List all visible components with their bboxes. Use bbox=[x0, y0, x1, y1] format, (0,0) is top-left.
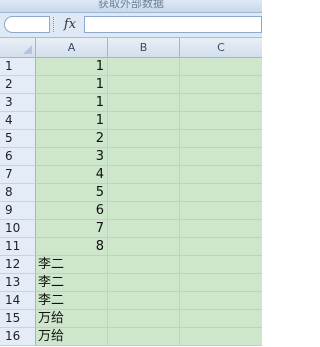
table-row: 10 7 bbox=[0, 220, 262, 238]
cell-c[interactable] bbox=[180, 310, 262, 328]
cell-a[interactable]: 6 bbox=[36, 202, 108, 220]
cell-b[interactable] bbox=[108, 130, 180, 148]
name-box[interactable] bbox=[4, 16, 50, 33]
table-row: 31 bbox=[0, 94, 262, 112]
table-row: 15 万给 bbox=[0, 310, 262, 328]
table-row: 13 李二 bbox=[0, 274, 262, 292]
cell-c[interactable] bbox=[180, 94, 262, 112]
cell-c[interactable] bbox=[180, 148, 262, 166]
cell-a[interactable]: 5 bbox=[36, 184, 108, 202]
cell-c[interactable] bbox=[180, 184, 262, 202]
row-header[interactable]: 8 bbox=[0, 184, 36, 202]
row-header[interactable]: 14 bbox=[0, 292, 36, 310]
cell-a[interactable]: 8 bbox=[36, 238, 108, 256]
cell-b[interactable] bbox=[108, 94, 180, 112]
table-row: 63 bbox=[0, 148, 262, 166]
row-header[interactable]: 16 bbox=[0, 328, 36, 346]
cell-b[interactable] bbox=[108, 148, 180, 166]
cell-c[interactable] bbox=[180, 292, 262, 310]
row-header[interactable]: 3 bbox=[0, 94, 36, 112]
cell-a[interactable]: 1 bbox=[36, 58, 108, 76]
cell-a[interactable]: 1 bbox=[36, 76, 108, 94]
row-header[interactable]: 5 bbox=[0, 130, 36, 148]
cell-c[interactable] bbox=[180, 76, 262, 94]
cell-b[interactable] bbox=[108, 166, 180, 184]
cell-b[interactable] bbox=[108, 238, 180, 256]
cell-b[interactable] bbox=[108, 58, 180, 76]
cell-a[interactable]: 万给 bbox=[36, 328, 108, 346]
cell-a[interactable]: 2 bbox=[36, 130, 108, 148]
row-header[interactable]: 2 bbox=[0, 76, 36, 94]
cell-a[interactable]: 3 bbox=[36, 148, 108, 166]
cell-b[interactable] bbox=[108, 112, 180, 130]
cell-c[interactable] bbox=[180, 166, 262, 184]
cell-b[interactable] bbox=[108, 76, 180, 94]
cell-a[interactable]: 4 bbox=[36, 166, 108, 184]
cell-b[interactable] bbox=[108, 274, 180, 292]
row-header[interactable]: 7 bbox=[0, 166, 36, 184]
cell-b[interactable] bbox=[108, 292, 180, 310]
table-row: 12 李二 bbox=[0, 256, 262, 274]
table-row: 52 bbox=[0, 130, 262, 148]
row-header[interactable]: 9 bbox=[0, 202, 36, 220]
cell-a[interactable]: 李二 bbox=[36, 274, 108, 292]
row-header[interactable]: 4 bbox=[0, 112, 36, 130]
table-row: 11 8 bbox=[0, 238, 262, 256]
name-box-resize-handle[interactable] bbox=[53, 17, 56, 32]
table-row: 11 bbox=[0, 58, 262, 76]
table-row: 21 bbox=[0, 76, 262, 94]
table-row: 14 李二 bbox=[0, 292, 262, 310]
cell-c[interactable] bbox=[180, 238, 262, 256]
row-header[interactable]: 10 bbox=[0, 220, 36, 238]
formula-bar: fx bbox=[0, 13, 262, 38]
row-header[interactable]: 6 bbox=[0, 148, 36, 166]
select-all-triangle-icon bbox=[23, 45, 32, 54]
ribbon-group-strip: 获取外部数据 bbox=[0, 0, 262, 13]
cell-a[interactable]: 7 bbox=[36, 220, 108, 238]
table-row: 96 bbox=[0, 202, 262, 220]
cell-c[interactable] bbox=[180, 202, 262, 220]
cell-c[interactable] bbox=[180, 220, 262, 238]
table-row: 16 万给 bbox=[0, 328, 262, 346]
insert-function-button[interactable]: fx bbox=[60, 16, 80, 33]
cell-a[interactable]: 李二 bbox=[36, 292, 108, 310]
cell-a[interactable]: 1 bbox=[36, 112, 108, 130]
cell-a[interactable]: 1 bbox=[36, 94, 108, 112]
table-row: 74 bbox=[0, 166, 262, 184]
row-header[interactable]: 1 bbox=[0, 58, 36, 76]
table-row: 41 bbox=[0, 112, 262, 130]
cell-b[interactable] bbox=[108, 256, 180, 274]
table-row: 85 bbox=[0, 184, 262, 202]
cell-b[interactable] bbox=[108, 184, 180, 202]
cell-b[interactable] bbox=[108, 202, 180, 220]
row-header[interactable]: 11 bbox=[0, 238, 36, 256]
column-header-b[interactable]: B bbox=[108, 38, 180, 58]
ribbon-group-label: 获取外部数据 bbox=[98, 0, 164, 10]
cell-c[interactable] bbox=[180, 328, 262, 346]
cell-c[interactable] bbox=[180, 256, 262, 274]
cell-b[interactable] bbox=[108, 310, 180, 328]
cell-c[interactable] bbox=[180, 58, 262, 76]
cell-c[interactable] bbox=[180, 112, 262, 130]
cell-c[interactable] bbox=[180, 130, 262, 148]
column-header-c[interactable]: C bbox=[180, 38, 262, 58]
row-header[interactable]: 12 bbox=[0, 256, 36, 274]
row-header[interactable]: 15 bbox=[0, 310, 36, 328]
formula-input[interactable] bbox=[84, 16, 262, 33]
row-header[interactable]: 13 bbox=[0, 274, 36, 292]
column-header-a[interactable]: A bbox=[36, 38, 108, 58]
cell-a[interactable]: 李二 bbox=[36, 256, 108, 274]
cell-c[interactable] bbox=[180, 274, 262, 292]
worksheet-grid: A B C 1 1 2 1 3 1 4 1 5 2 6 3 7 4 8 5 9 6 10 7 11 8 12 李二 13 李二 14… bbox=[0, 38, 262, 347]
select-all-button[interactable] bbox=[0, 38, 36, 58]
cell-a[interactable]: 万给 bbox=[36, 310, 108, 328]
cell-b[interactable] bbox=[108, 328, 180, 346]
cell-b[interactable] bbox=[108, 220, 180, 238]
